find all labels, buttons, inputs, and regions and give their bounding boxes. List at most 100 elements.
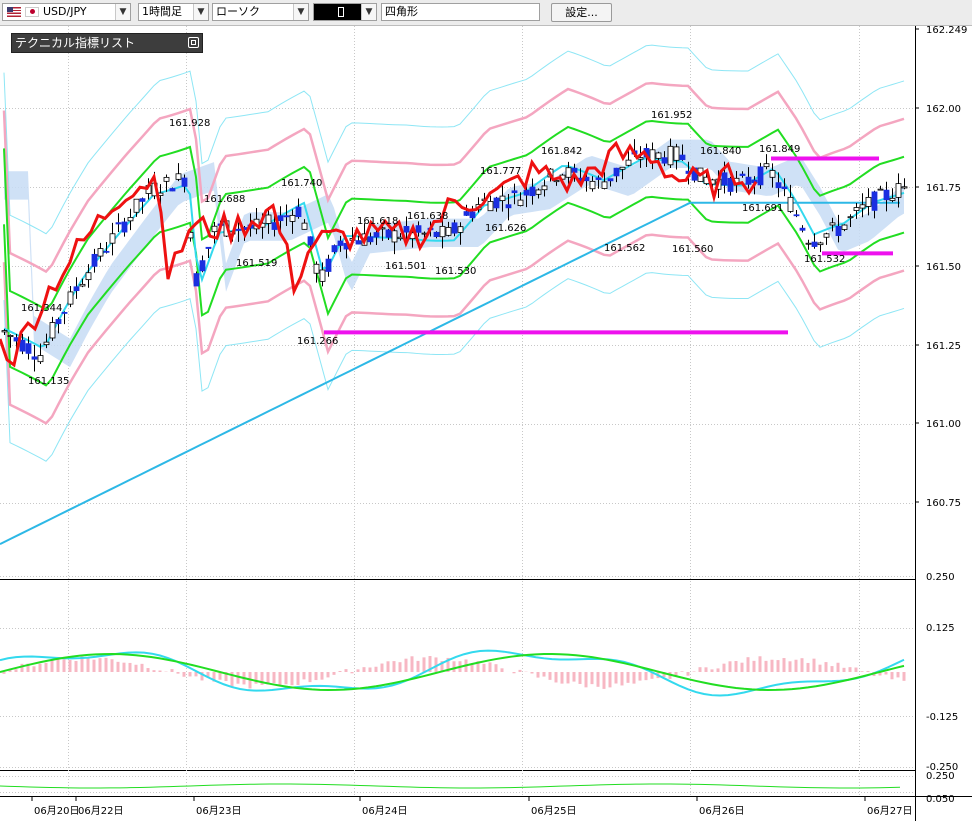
date-axis-label: 06月20日 [34, 805, 79, 817]
candle-body [487, 201, 494, 212]
macd-histogram-bar [632, 672, 636, 684]
candle-body [415, 225, 422, 233]
price-annotation: 161.688 [204, 194, 245, 205]
macd-histogram-bar [608, 672, 612, 688]
technical-indicator-list[interactable]: テクニカル指標リスト [11, 33, 203, 53]
candle-body [109, 233, 116, 244]
macd-histogram-bar [338, 670, 342, 672]
macd-histogram-bar [68, 659, 72, 672]
candle-body [655, 152, 662, 159]
macd-histogram-bar [860, 671, 864, 672]
macd-histogram-bar [416, 660, 420, 672]
price-axis-label: 161.75 [926, 183, 961, 194]
chart-area[interactable]: 161.928 161.688 161.740 161.519 161.344 161.1… [0, 26, 972, 821]
macd-histogram-bar [494, 664, 498, 672]
color-select[interactable]: ▼ [313, 3, 377, 21]
chart-type-select[interactable]: ローソク ▼ [212, 3, 309, 21]
date-axis-label: 06月26日 [699, 805, 744, 817]
macd-histogram-bar [884, 672, 888, 675]
macd-histogram-bar [800, 658, 804, 672]
candle-body [85, 272, 92, 281]
settings-button[interactable]: 設定... [551, 3, 612, 22]
candle-body [337, 240, 344, 246]
candle-body [193, 273, 200, 287]
macd-histogram-bar [104, 657, 108, 672]
macd-histogram-bar [518, 669, 522, 672]
macd-histogram-bar [788, 661, 792, 672]
candle-body [745, 176, 752, 185]
candle-body [103, 250, 110, 253]
macd-histogram-bar [362, 667, 366, 672]
price-annotation: 161.626 [485, 223, 526, 234]
macd-histogram-bar [386, 661, 390, 672]
candle-body [523, 189, 530, 196]
candle-body [355, 240, 362, 245]
candle-body [469, 211, 476, 219]
macd-histogram-bar [320, 672, 324, 680]
candle-body [865, 196, 872, 207]
candle-body [679, 154, 686, 160]
candle-body [619, 166, 626, 170]
price-axis-label: 162.249 [926, 26, 967, 36]
macd-histogram-bar [92, 659, 96, 672]
candle-body [493, 197, 500, 209]
candle-body [133, 198, 140, 213]
macd-histogram-bar [368, 667, 372, 672]
toolbar: USD/JPY ▼ 1時間足 ▼ ローソク ▼ ▼ 四角形 設定... [0, 0, 972, 26]
macd-histogram-bar [308, 672, 312, 683]
candle-body [601, 181, 608, 189]
macd-histogram-bar [44, 662, 48, 672]
candle-body [97, 248, 104, 257]
macd-histogram-bar [620, 672, 624, 686]
macd-histogram-bar [326, 672, 330, 678]
candle-body [451, 222, 458, 234]
candle-body [769, 170, 776, 178]
macd-histogram-bar [764, 660, 768, 672]
candle-body [79, 283, 86, 287]
macd-histogram-bar [794, 659, 798, 672]
candle-body [787, 196, 794, 212]
drawing-tool-field[interactable]: 四角形 [381, 3, 540, 21]
macd-histogram-bar [374, 666, 378, 672]
macd-histogram-bar [770, 659, 774, 672]
macd-histogram-bar [110, 659, 114, 672]
price-chart[interactable]: 161.928 161.688 161.740 161.519 161.344 161.1… [0, 26, 972, 821]
macd-histogram-bar [896, 672, 900, 678]
macd-histogram-bar [734, 660, 738, 672]
price-annotation: 161.928 [169, 118, 210, 129]
macd-histogram-bar [302, 672, 306, 680]
chart-type-value: ローソク [216, 5, 260, 18]
price-annotation: 161.777 [480, 166, 521, 177]
macd-histogram-bar [452, 661, 456, 672]
price-annotation: 161.501 [385, 261, 426, 272]
sub-axis-label: 0.125 [926, 623, 955, 634]
price-annotation: 161.842 [541, 146, 582, 157]
candle-body [373, 232, 380, 238]
macd-histogram-bar [848, 667, 852, 672]
candle-body [511, 190, 518, 194]
candle-body [553, 180, 560, 183]
macd-histogram-bar [596, 672, 600, 687]
macd-histogram-bar [698, 667, 702, 672]
price-annotation: 161.618 [357, 216, 398, 227]
us-flag-icon [7, 7, 21, 17]
timeframe-select[interactable]: 1時間足 ▼ [138, 3, 209, 21]
macd-histogram-bar [782, 658, 786, 672]
macd-histogram-bar [284, 672, 288, 685]
price-annotation: 161.135 [28, 376, 69, 387]
candle-body [625, 159, 632, 166]
macd-histogram-bar [422, 657, 426, 672]
candle-body [115, 222, 122, 225]
candle-body [403, 226, 410, 233]
macd-histogram-bar [578, 672, 582, 684]
macd-histogram-bar [752, 660, 756, 672]
restore-icon[interactable] [188, 37, 199, 48]
macd-histogram-bar [866, 670, 870, 672]
candle-body [499, 195, 506, 202]
macd-histogram-bar [602, 672, 606, 689]
macd-histogram-bar [842, 667, 846, 672]
symbol-select[interactable]: USD/JPY ▼ [2, 3, 131, 21]
candle-body [49, 322, 56, 339]
date-axis-label: 06月25日 [531, 805, 576, 817]
macd-histogram-bar [116, 661, 120, 672]
